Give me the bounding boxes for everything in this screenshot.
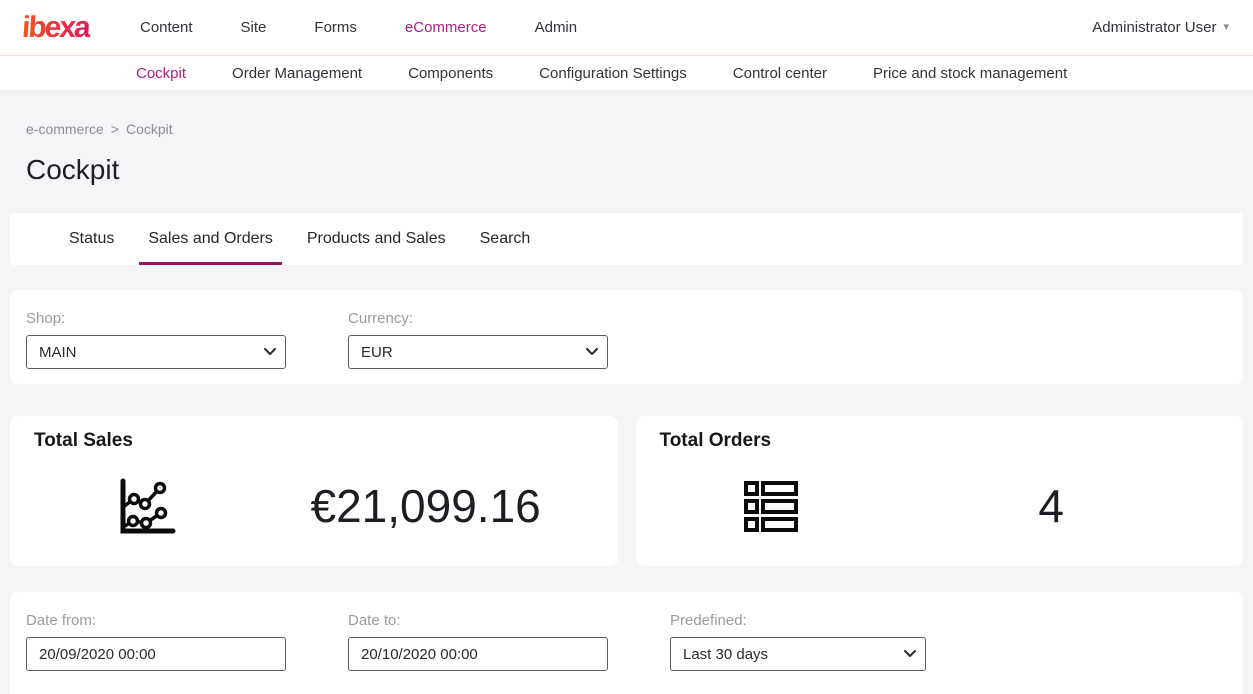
- total-orders-title: Total Orders: [660, 430, 1220, 452]
- kpi-cards-row: Total Sales €21,099.16: [10, 416, 1243, 566]
- breadcrumb-cockpit: Cockpit: [126, 121, 173, 137]
- top-nav-forms[interactable]: Forms: [314, 19, 357, 36]
- date-to-field-group: Date to:: [348, 612, 608, 692]
- breadcrumb-separator: >: [111, 121, 119, 137]
- user-menu-label: Administrator User: [1092, 19, 1216, 36]
- line-chart-icon: [115, 477, 177, 535]
- breadcrumb: e-commerce > Cockpit: [26, 121, 1253, 137]
- sub-nav: Cockpit Order Management Components Conf…: [0, 56, 1253, 91]
- currency-field-group: Currency: EUR: [348, 310, 608, 364]
- total-sales-title: Total Sales: [34, 430, 594, 452]
- top-nav-site[interactable]: Site: [241, 19, 267, 36]
- sub-nav-configuration-settings[interactable]: Configuration Settings: [539, 65, 687, 82]
- top-nav-admin[interactable]: Admin: [535, 19, 578, 36]
- ibexa-logo[interactable]: ibexa: [21, 11, 103, 45]
- sub-nav-components[interactable]: Components: [408, 65, 493, 82]
- sub-nav-price-stock-management[interactable]: Price and stock management: [873, 65, 1067, 82]
- page-title: Cockpit: [26, 154, 1253, 186]
- total-sales-value: €21,099.16: [311, 479, 541, 533]
- date-to-label: Date to:: [348, 612, 608, 629]
- predefined-label: Predefined:: [670, 612, 926, 629]
- tab-sales-and-orders[interactable]: Sales and Orders: [139, 213, 282, 265]
- shop-field-group: Shop: MAIN: [26, 310, 286, 364]
- shop-currency-panel: Shop: MAIN Currency: EUR: [10, 290, 1243, 384]
- predefined-select[interactable]: Last 30 days: [670, 637, 926, 671]
- currency-label: Currency:: [348, 310, 608, 327]
- predefined-field-group: Predefined: Last 30 days: [670, 612, 926, 692]
- sub-nav-order-management[interactable]: Order Management: [232, 65, 362, 82]
- date-from-label: Date from:: [26, 612, 286, 629]
- top-nav-content[interactable]: Content: [140, 19, 193, 36]
- top-nav: Content Site Forms eCommerce Admin: [140, 19, 1092, 36]
- sub-nav-control-center[interactable]: Control center: [733, 65, 827, 82]
- breadcrumb-ecommerce[interactable]: e-commerce: [26, 121, 104, 137]
- tab-search[interactable]: Search: [471, 213, 540, 265]
- date-to-input[interactable]: [348, 637, 608, 671]
- shop-select[interactable]: MAIN: [26, 335, 286, 369]
- user-menu[interactable]: Administrator User ▾: [1092, 19, 1229, 36]
- total-orders-card: Total Orders 4: [636, 416, 1244, 566]
- chevron-down-icon: ▾: [1223, 22, 1229, 33]
- date-from-field-group: Date from:: [26, 612, 286, 692]
- main-content: e-commerce > Cockpit Cockpit Status Sale…: [0, 121, 1253, 694]
- shop-label: Shop:: [26, 310, 286, 327]
- sub-nav-cockpit[interactable]: Cockpit: [136, 65, 186, 82]
- currency-select[interactable]: EUR: [348, 335, 608, 369]
- tab-products-and-sales[interactable]: Products and Sales: [298, 213, 455, 265]
- top-bar: ibexa Content Site Forms eCommerce Admin…: [0, 0, 1253, 56]
- total-orders-value: 4: [1038, 479, 1064, 533]
- tab-strip: Status Sales and Orders Products and Sal…: [10, 213, 1243, 265]
- total-sales-card: Total Sales €21,099.16: [10, 416, 618, 566]
- tab-status[interactable]: Status: [60, 213, 123, 265]
- order-list-icon: [743, 477, 799, 535]
- date-filter-panel: Date from: Date to: Predefined: Last 30 …: [10, 592, 1243, 694]
- top-nav-ecommerce[interactable]: eCommerce: [405, 19, 487, 36]
- date-from-input[interactable]: [26, 637, 286, 671]
